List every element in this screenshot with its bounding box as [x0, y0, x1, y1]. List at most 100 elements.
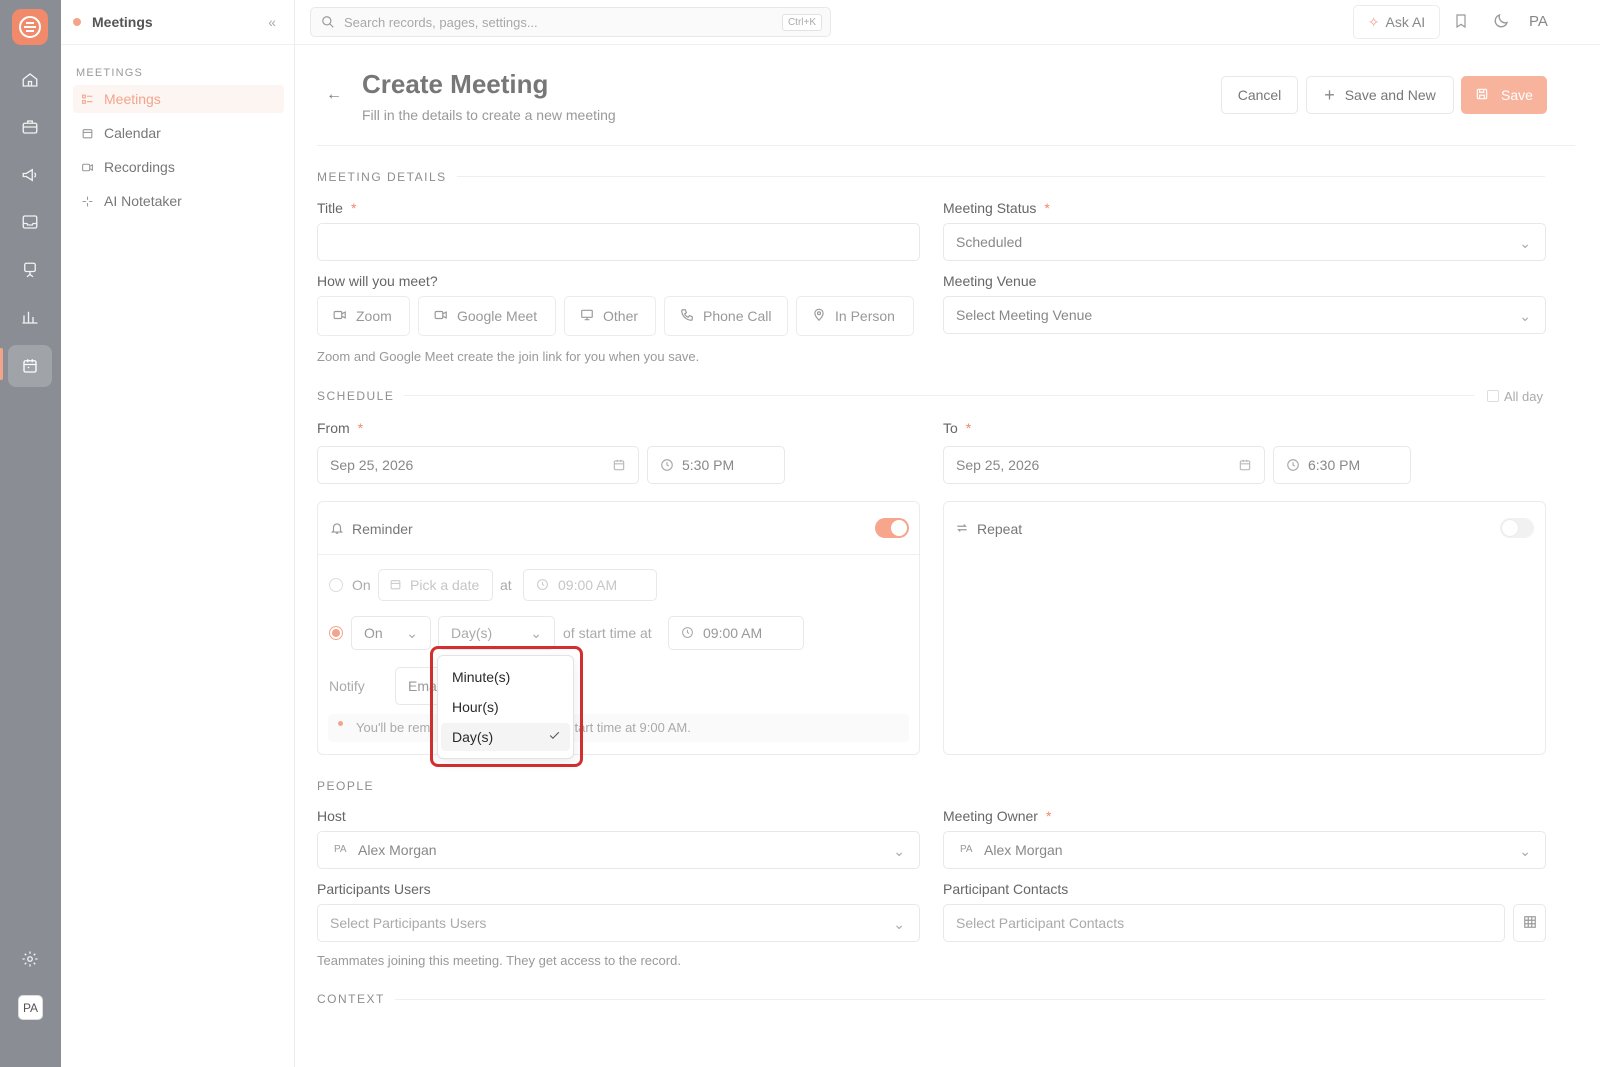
- video-icon: [434, 308, 448, 324]
- header-divider: [317, 145, 1575, 146]
- sidebar-item-ai-notetaker[interactable]: AI Notetaker: [73, 187, 284, 215]
- user-avatar[interactable]: PA: [18, 995, 43, 1020]
- phone-icon: [680, 308, 694, 325]
- all-day-checkbox[interactable]: [1487, 390, 1499, 402]
- contacts-select[interactable]: Select Participant Contacts: [943, 904, 1505, 942]
- video-icon: [333, 308, 347, 324]
- title-input[interactable]: [317, 223, 920, 261]
- method-zoom-button[interactable]: Zoom: [317, 296, 410, 336]
- unit-option-hours[interactable]: Hour(s): [441, 693, 570, 721]
- method-other-button[interactable]: Other: [564, 296, 656, 336]
- search-placeholder: Search records, pages, settings...: [344, 14, 538, 30]
- cancel-button[interactable]: Cancel: [1221, 76, 1298, 114]
- required-marker: *: [357, 420, 364, 436]
- sidebar-item-meetings[interactable]: Meetings: [73, 85, 284, 113]
- presentation-icon[interactable]: [16, 256, 44, 284]
- required-marker: *: [1044, 200, 1050, 216]
- from-label: From *: [317, 420, 363, 436]
- participants-label: Participants Users: [317, 881, 431, 897]
- time-value: 09:00 AM: [558, 577, 618, 593]
- reminder-relative-time-input[interactable]: 09:00 AM: [668, 616, 804, 650]
- from-time-input[interactable]: 5:30 PM: [647, 446, 785, 484]
- calendar-icon: [612, 458, 626, 475]
- host-label: Host: [317, 808, 346, 824]
- user-initials[interactable]: PA: [1529, 13, 1548, 30]
- meeting-venue-select[interactable]: Select Meeting Venue ⌄: [943, 296, 1546, 334]
- save-button[interactable]: Save: [1461, 76, 1547, 114]
- repeat-toggle[interactable]: [1500, 518, 1534, 538]
- reminder-relative-radio[interactable]: [329, 626, 343, 640]
- venue-placeholder: Select Meeting Venue: [956, 307, 1093, 323]
- back-arrow-icon[interactable]: ←: [326, 86, 342, 104]
- participants-help-text: Teammates joining this meeting. They get…: [317, 953, 681, 968]
- to-time-input[interactable]: 6:30 PM: [1273, 446, 1411, 484]
- section-divider: [395, 999, 1545, 1000]
- method-phone-call-button[interactable]: Phone Call: [664, 296, 788, 336]
- sidebar-item-recordings[interactable]: Recordings: [73, 153, 284, 181]
- chevron-down-icon: ⌄: [530, 625, 542, 641]
- contacts-placeholder: Select Participant Contacts: [956, 915, 1125, 931]
- to-label-text: To: [943, 420, 958, 436]
- chevron-down-icon: ⌄: [1519, 235, 1531, 251]
- bookmark-icon[interactable]: [1453, 12, 1469, 33]
- calendar-icon[interactable]: [8, 345, 52, 387]
- reminder-at-label: at: [500, 577, 512, 593]
- pick-date-input[interactable]: Pick a date: [378, 569, 493, 601]
- time-value: 09:00 AM: [703, 625, 763, 641]
- save-and-new-button[interactable]: + Save and New: [1306, 76, 1454, 114]
- chevron-down-icon: ⌄: [1519, 308, 1531, 324]
- search-icon: [321, 15, 335, 32]
- participants-select[interactable]: Select Participants Users ⌄: [317, 904, 920, 942]
- unit-option-minutes[interactable]: Minute(s): [441, 663, 570, 691]
- unit-option-days[interactable]: Day(s): [441, 723, 570, 751]
- page-subtitle: Fill in the details to create a new meet…: [362, 107, 616, 123]
- status-label: Meeting Status *: [943, 200, 1050, 216]
- to-label: To *: [943, 420, 971, 436]
- briefcase-icon[interactable]: [16, 113, 44, 141]
- from-date-input[interactable]: Sep 25, 2026: [317, 446, 639, 484]
- to-date-input[interactable]: Sep 25, 2026: [943, 446, 1265, 484]
- global-search-input[interactable]: Search records, pages, settings... Ctrl+…: [310, 7, 831, 37]
- bar-chart-icon[interactable]: [16, 303, 44, 331]
- chevron-down-icon: ⌄: [1519, 843, 1531, 859]
- unit-value: Day(s): [451, 625, 493, 641]
- host-avatar: PA: [334, 844, 347, 855]
- section-people: PEOPLE: [317, 779, 375, 793]
- title-label-text: Title: [317, 200, 343, 216]
- from-time-value: 5:30 PM: [682, 457, 735, 473]
- calendar-icon: [80, 126, 94, 140]
- sidebar-item-calendar[interactable]: Calendar: [73, 119, 284, 147]
- megaphone-icon[interactable]: [16, 161, 44, 189]
- status-value: Scheduled: [956, 234, 1023, 250]
- reminder-absolute-radio[interactable]: [329, 578, 343, 592]
- grid-icon: [1523, 915, 1537, 932]
- sidebar-section-label: MEETINGS: [76, 67, 144, 79]
- on-value: On: [364, 625, 383, 641]
- meeting-status-select[interactable]: Scheduled ⌄: [943, 223, 1546, 261]
- home-icon[interactable]: [16, 66, 44, 94]
- host-select[interactable]: PA Alex Morgan ⌄: [317, 831, 920, 869]
- app-logo-icon[interactable]: [12, 9, 48, 45]
- reminder-on-select[interactable]: On ⌄: [351, 616, 431, 650]
- method-in-person-button[interactable]: In Person: [796, 296, 914, 336]
- reminder-unit-select[interactable]: Day(s) ⌄: [438, 616, 555, 650]
- to-date-value: Sep 25, 2026: [956, 457, 1040, 473]
- ask-ai-button[interactable]: ✧ Ask AI: [1353, 5, 1440, 39]
- sidebar-item-label: Meetings: [104, 91, 161, 107]
- inbox-icon[interactable]: [16, 208, 44, 236]
- sidebar-item-label: Calendar: [104, 125, 161, 141]
- settings-icon[interactable]: [16, 945, 44, 973]
- notify-label: Notify: [329, 678, 365, 694]
- reminder-toggle[interactable]: [875, 518, 909, 538]
- dark-mode-icon[interactable]: [1492, 12, 1510, 33]
- method-google-meet-button[interactable]: Google Meet: [418, 296, 556, 336]
- contacts-grid-button[interactable]: [1513, 904, 1546, 942]
- check-icon: [548, 729, 561, 745]
- owner-select[interactable]: PA Alex Morgan ⌄: [943, 831, 1546, 869]
- sidebar: Meetings « MEETINGS Meetings Calendar Re…: [61, 0, 295, 1067]
- meeting-link-help-text: Zoom and Google Meet create the join lin…: [317, 349, 700, 364]
- video-icon: [80, 160, 94, 174]
- collapse-sidebar-icon[interactable]: «: [268, 14, 276, 30]
- reminder-absolute-time-input[interactable]: 09:00 AM: [523, 569, 657, 601]
- search-shortcut-badge: Ctrl+K: [781, 14, 822, 31]
